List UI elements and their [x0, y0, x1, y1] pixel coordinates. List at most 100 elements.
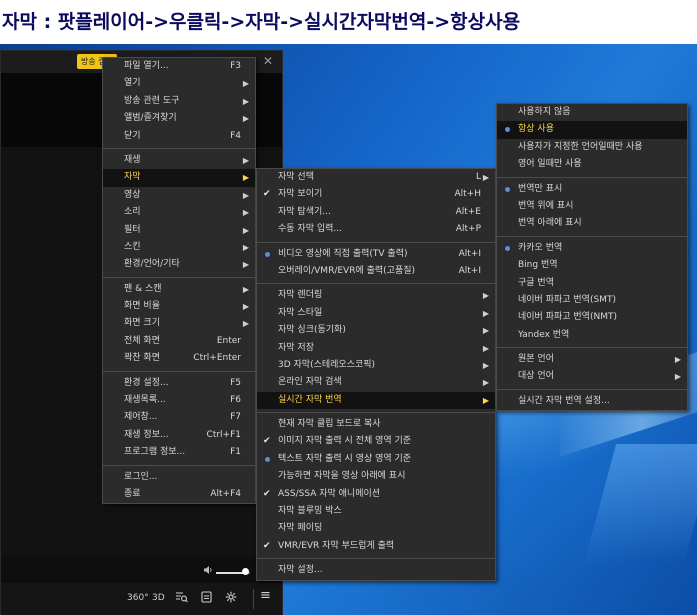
subtitle-menu-item-온라인-자막-검색[interactable]: 온라인 자막 검색 ▶ — [257, 374, 495, 391]
main-menu-item-화면-비율[interactable]: 화면 비율 ▶ — [103, 298, 255, 315]
translate-menu-item-번역만-표시[interactable]: 번역만 표시 — [497, 181, 687, 198]
translate-menu-item-네이버-파파고-번역-smt[interactable]: 네이버 파파고 번역(SMT) — [497, 292, 687, 309]
menu-item-label: 자막 저장 — [278, 342, 314, 353]
main-menu-item-앨범-즐겨찾기[interactable]: 앨범/즐겨찾기 ▶ — [103, 110, 255, 127]
submenu-arrow-icon: ▶ — [242, 242, 249, 252]
translate-menu-item-번역-위에-표시[interactable]: 번역 위에 표시 — [497, 198, 687, 215]
menu-separator — [103, 370, 255, 372]
main-menu-item-제어창[interactable]: 제어창... F7 — [103, 409, 255, 426]
volume-icon[interactable] — [203, 565, 213, 578]
main-menu-item-스킨[interactable]: 스킨 ▶ — [103, 239, 255, 256]
menu-item-label: 텍스트 자막 출력 시 영상 영역 기준 — [278, 453, 412, 464]
translate-menu-item-항상-사용[interactable]: 항상 사용 — [497, 121, 687, 139]
playlist-icon[interactable] — [201, 591, 212, 608]
main-menu-item-소리[interactable]: 소리 ▶ — [103, 204, 255, 221]
menu-item-label: 소리 — [124, 207, 141, 218]
main-menu-item-닫기[interactable]: 닫기 F4 — [103, 128, 255, 145]
translate-menu-item-영어-일때만-사용[interactable]: 영어 일때만 사용 — [497, 156, 687, 173]
subtitle-menu-item-자막-저장[interactable]: 자막 저장 ▶ — [257, 340, 495, 357]
control-bar: 360° 3D ≡ — [1, 583, 282, 615]
menu-item-label: 사용자가 지정한 언어일때만 사용 — [518, 141, 643, 152]
translate-menu-item-번역-아래에-표시[interactable]: 번역 아래에 표시 — [497, 215, 687, 232]
menu-item-label: 방송 관련 도구 — [124, 95, 180, 106]
subtitle-search-icon[interactable] — [175, 591, 188, 608]
subtitle-menu-item-자막-설정[interactable]: 자막 설정... — [257, 562, 495, 579]
subtitle-menu-item-비디오-영상에-직접-출력-tv-출력[interactable]: 비디오 영상에 직접 출력(TV 출력) Alt+I — [257, 246, 495, 263]
menu-item-label: 현재 자막 클립 보드로 복사 — [278, 419, 381, 430]
menu-item-label: 3D 자막(스테레오스코픽) — [278, 359, 376, 370]
3d-button[interactable]: 3D — [152, 591, 165, 605]
main-menu-item-프로그램-정보[interactable]: 프로그램 정보... F1 — [103, 444, 255, 461]
menu-item-shortcut: F1 — [230, 447, 241, 458]
main-menu-item-열기[interactable]: 열기 ▶ — [103, 75, 255, 92]
translate-menu-item-카카오-번역[interactable]: 카카오 번역 — [497, 240, 687, 257]
main-menu-item-재생목록[interactable]: 재생목록... F6 — [103, 392, 255, 409]
menu-item-label: 실시간 자막 번역 — [278, 394, 342, 405]
close-icon[interactable]: ✕ — [263, 53, 273, 69]
settings-gear-icon[interactable] — [225, 591, 237, 608]
subtitle-menu-item-수동-자막-입력[interactable]: 수동 자막 입력... Alt+P — [257, 221, 495, 238]
translate-menu-item-네이버-파파고-번역-nmt[interactable]: 네이버 파파고 번역(NMT) — [497, 309, 687, 326]
main-menu-item-팬-스캔[interactable]: 팬 & 스캔 ▶ — [103, 281, 255, 298]
subtitle-menu-item-자막-탐색기[interactable]: 자막 탐색기... Alt+E — [257, 204, 495, 221]
submenu-arrow-icon: ▶ — [482, 326, 489, 336]
subtitle-menu-item-자막-스타일[interactable]: 자막 스타일 ▶ — [257, 305, 495, 322]
menu-separator — [103, 276, 255, 278]
subtitle-menu-item-텍스트-자막-출력-시-영상-영역-기준[interactable]: 텍스트 자막 출력 시 영상 영역 기준 — [257, 451, 495, 468]
main-menu-item-종료[interactable]: 종료 Alt+F4 — [103, 486, 255, 503]
subtitle-menu-item-vmr-evr-자막-부드럽게-출력[interactable]: ✔ VMR/EVR 자막 부드럽게 출력 — [257, 538, 495, 555]
submenu-arrow-icon: ▶ — [482, 378, 489, 388]
subtitle-menu-item-자막-보이기[interactable]: ✔ 자막 보이기 Alt+H — [257, 186, 495, 203]
subtitle-menu-item-자막-페이딩[interactable]: 자막 페이딩 — [257, 520, 495, 537]
main-menu-item-방송-관련-도구[interactable]: 방송 관련 도구 ▶ — [103, 93, 255, 110]
seekbar[interactable] — [1, 563, 282, 583]
translate-menu-item-실시간-자막-번역-설정[interactable]: 실시간 자막 번역 설정... — [497, 393, 687, 410]
menu-item-label: 원본 언어 — [518, 354, 554, 365]
menu-item-label: 항상 사용 — [518, 124, 554, 135]
translate-menu-item-대상-언어[interactable]: 대상 언어 ▶ — [497, 368, 687, 385]
subtitle-menu-item-가능하면-자막을-영상-아래에-표시[interactable]: 가능하면 자막을 영상 아래에 표시 — [257, 468, 495, 485]
menu-item-label: 자막 블루밍 박스 — [278, 506, 342, 517]
translate-menu-item-구글-번역[interactable]: 구글 번역 — [497, 275, 687, 292]
main-menu-item-영상[interactable]: 영상 ▶ — [103, 187, 255, 204]
subtitle-menu-item-자막-선택[interactable]: 자막 선택 L ▶ — [257, 169, 495, 186]
submenu-arrow-icon: ▶ — [674, 372, 681, 382]
main-menu-item-로그인[interactable]: 로그인... — [103, 469, 255, 486]
subtitle-menu-item-자막-블루밍-박스[interactable]: 자막 블루밍 박스 — [257, 503, 495, 520]
menu-item-label: 자막 싱크(동기화) — [278, 325, 346, 336]
translate-menu-item-bing-번역[interactable]: Bing 번역 — [497, 257, 687, 274]
menu-item-label: 로그인... — [124, 471, 158, 482]
main-menu-item-파일-열기[interactable]: 파일 열기... F3 — [103, 58, 255, 75]
submenu-arrow-icon: ▶ — [242, 96, 249, 106]
main-menu-icon[interactable]: ≡ — [260, 589, 271, 603]
menu-separator — [103, 464, 255, 466]
subtitle-menu-item-자막-렌더링[interactable]: 자막 렌더링 ▶ — [257, 287, 495, 304]
subtitle-menu-item-이미지-자막-출력-시-전체-영역-기준[interactable]: ✔ 이미지 자막 출력 시 전체 영역 기준 — [257, 433, 495, 450]
check-icon: ✔ — [263, 488, 271, 499]
volume-knob[interactable] — [242, 568, 249, 575]
translate-menu-item-yandex-번역[interactable]: Yandex 번역 — [497, 327, 687, 344]
subtitle-menu-item-실시간-자막-번역[interactable]: 실시간 자막 번역 ▶ — [257, 391, 495, 410]
vr-360-button[interactable]: 360° — [127, 591, 149, 605]
menu-item-shortcut: Ctrl+Enter — [193, 353, 241, 364]
main-menu-item-꽉찬-화면[interactable]: 꽉찬 화면 Ctrl+Enter — [103, 350, 255, 367]
subtitle-menu-item-3d-자막-스테레오스코픽[interactable]: 3D 자막(스테레오스코픽) ▶ — [257, 357, 495, 374]
main-menu-item-필터[interactable]: 필터 ▶ — [103, 222, 255, 239]
subtitle-menu-item-오버레이-vmr-evr에-출력-고품질[interactable]: 오버레이/VMR/EVR에 출력(고품질) Alt+I — [257, 263, 495, 280]
translate-menu-item-사용자가-지정한-언어일때만-사용[interactable]: 사용자가 지정한 언어일때만 사용 — [497, 139, 687, 156]
main-menu-item-재생[interactable]: 재생 ▶ — [103, 152, 255, 169]
translate-menu-item-원본-언어[interactable]: 원본 언어 ▶ — [497, 351, 687, 368]
submenu-arrow-icon: ▶ — [242, 225, 249, 235]
main-menu-item-재생-정보[interactable]: 재생 정보... Ctrl+F1 — [103, 427, 255, 444]
subtitle-menu-item-ass-ssa-자막-애니메이션[interactable]: ✔ ASS/SSA 자막 애니메이션 — [257, 486, 495, 503]
submenu-arrow-icon: ▶ — [242, 302, 249, 312]
main-menu-item-자막[interactable]: 자막 ▶ — [103, 169, 255, 187]
main-menu-item-전체-화면[interactable]: 전체 화면 Enter — [103, 333, 255, 350]
translate-menu-item-사용하지-않음[interactable]: 사용하지 않음 — [497, 104, 687, 121]
main-menu-item-화면-크기[interactable]: 화면 크기 ▶ — [103, 315, 255, 332]
subtitle-menu-item-현재-자막-클립-보드로-복사[interactable]: 현재 자막 클립 보드로 복사 — [257, 416, 495, 433]
subtitle-menu-item-자막-싱크-동기화[interactable]: 자막 싱크(동기화) ▶ — [257, 322, 495, 339]
menu-item-label: 가능하면 자막을 영상 아래에 표시 — [278, 471, 406, 482]
main-menu-item-환경-언어-기타[interactable]: 환경/언어/기타 ▶ — [103, 256, 255, 273]
main-menu-item-환경-설정[interactable]: 환경 설정... F5 — [103, 375, 255, 392]
